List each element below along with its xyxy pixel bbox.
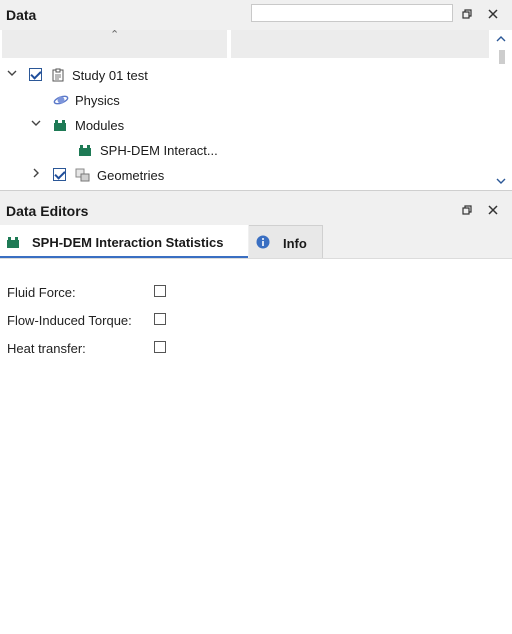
scroll-up-icon[interactable]	[496, 34, 506, 46]
editors-panel-title: Data Editors	[6, 203, 89, 219]
tree-column-header[interactable]: ⌃	[2, 29, 227, 58]
close-icon[interactable]	[484, 5, 502, 23]
editors-panel-header: Data Editors	[0, 196, 512, 226]
editor-content: Fluid Force: Flow-Induced Torque: Heat t…	[0, 258, 512, 634]
data-search-input[interactable]	[251, 4, 453, 22]
tree-row-modules[interactable]: Modules	[0, 114, 490, 136]
sort-caret-icon: ⌃	[110, 29, 120, 41]
tree-label: Geometries	[97, 168, 165, 183]
planet-icon	[53, 93, 69, 107]
chevron-down-icon[interactable]	[30, 117, 42, 131]
restore-icon[interactable]	[458, 201, 476, 219]
geometries-icon	[75, 168, 90, 182]
flow-torque-checkbox[interactable]	[154, 313, 166, 325]
tree-label: Modules	[75, 118, 125, 133]
data-tree: ⌃ Study 01 test Physics Modules SPH-DEM …	[0, 29, 512, 190]
tree-label: SPH-DEM Interact...	[100, 143, 218, 158]
tab-sph-dem-statistics[interactable]: SPH-DEM Interaction Statistics	[0, 225, 248, 258]
scroll-thumb[interactable]	[499, 50, 505, 64]
field-label-heat-transfer: Heat transfer:	[7, 341, 86, 356]
modules-icon	[53, 118, 67, 132]
info-icon	[256, 235, 270, 249]
heat-transfer-checkbox[interactable]	[154, 341, 166, 353]
chevron-down-icon[interactable]	[6, 67, 18, 81]
tree-label: Study 01 test	[72, 68, 148, 83]
close-icon[interactable]	[484, 201, 502, 219]
chevron-right-icon[interactable]	[30, 167, 42, 181]
data-panel-title: Data	[6, 7, 37, 23]
field-label-fluid-force: Fluid Force:	[7, 285, 76, 300]
tree-row-geometries[interactable]: Geometries	[0, 164, 490, 186]
modules-icon	[6, 235, 20, 249]
tree-row-sph-dem[interactable]: SPH-DEM Interact...	[0, 139, 490, 161]
restore-icon[interactable]	[458, 5, 476, 23]
clipboard-icon	[51, 68, 65, 82]
tree-scrollbar[interactable]	[494, 30, 508, 190]
tree-column-header-2[interactable]	[231, 30, 489, 58]
tree-row-physics[interactable]: Physics	[0, 89, 490, 111]
tree-label: Physics	[75, 93, 120, 108]
modules-icon	[78, 143, 92, 157]
tree-row-study[interactable]: Study 01 test	[0, 64, 490, 86]
fluid-force-checkbox[interactable]	[154, 285, 166, 297]
scroll-down-icon[interactable]	[496, 176, 506, 188]
field-label-flow-torque: Flow-Induced Torque:	[7, 313, 132, 328]
tab-label: SPH-DEM Interaction Statistics	[32, 235, 224, 250]
tab-label: Info	[283, 236, 307, 251]
geometries-checkbox[interactable]	[53, 168, 66, 181]
study-checkbox[interactable]	[29, 68, 42, 81]
panel-divider[interactable]	[0, 190, 512, 191]
data-panel-header: Data	[0, 0, 512, 30]
tab-info[interactable]: Info	[249, 225, 323, 258]
